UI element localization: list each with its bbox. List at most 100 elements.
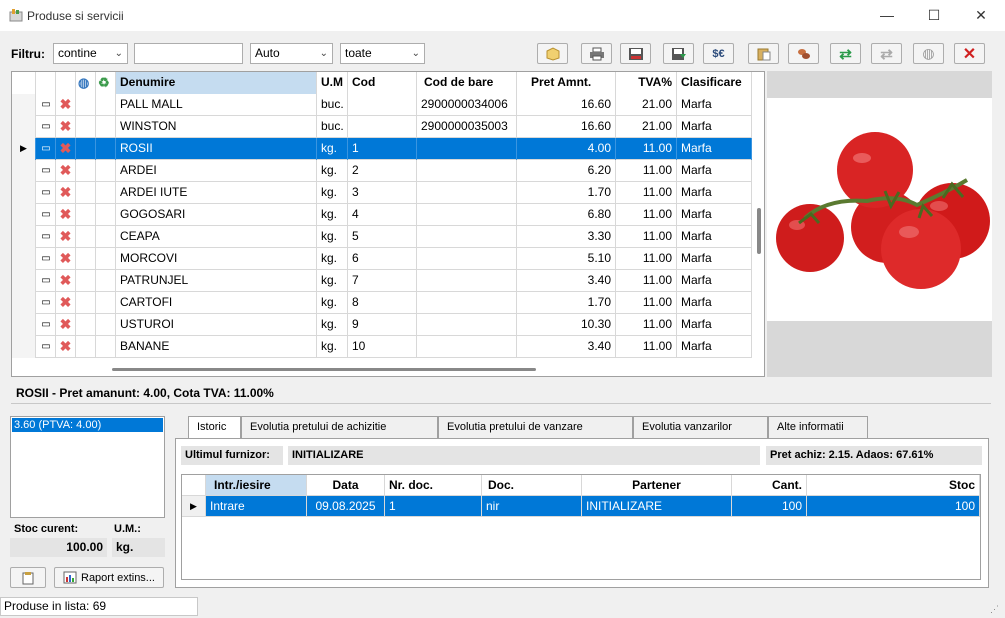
price-list-item[interactable]: 3.60 (PTVA: 4.00) [12, 418, 163, 432]
table-row[interactable]: ▭ ✖ PALL MALL buc. 2900000034006 16.60 21.00 Ma… [12, 94, 752, 116]
tab-evolutia-vanzarilor[interactable]: Evolutia vanzarilor [633, 416, 768, 438]
delete-row-icon[interactable]: ✖ [56, 292, 76, 314]
edit-row-icon[interactable]: ▭ [36, 182, 56, 204]
export-button[interactable] [620, 43, 651, 64]
history-row[interactable]: ▶ Intrare 09.08.2025 1 nir INITIALIZARE … [182, 496, 980, 517]
table-row[interactable]: ▭ ✖ CARTOFI kg. 8 1.70 11.00 Marfa [12, 292, 752, 314]
tab-evolutia-pretului-achizitie[interactable]: Evolutia pretului de achizitie [241, 416, 438, 438]
col-partener[interactable]: Partener [582, 475, 732, 496]
table-row[interactable]: ▭ ✖ ARDEI IUTE kg. 3 1.70 11.00 Marfa [12, 182, 752, 204]
clipboard-button[interactable] [10, 567, 46, 588]
table-row[interactable]: ▭ ✖ MORCOVI kg. 6 5.10 11.00 Marfa [12, 248, 752, 270]
col-price[interactable]: Pret Amnt. [517, 72, 616, 94]
print-icon [589, 47, 604, 60]
table-row[interactable]: ▶ ▭ ✖ ROSII kg. 1 4.00 11.00 Marfa [12, 138, 752, 160]
close-button[interactable]: ✕ [958, 0, 1004, 31]
web-button[interactable]: ◍ [913, 43, 944, 64]
refresh-button[interactable]: ⇄ [830, 43, 861, 64]
table-row[interactable]: ▭ ✖ BANANE kg. 10 3.40 11.00 Marfa [12, 336, 752, 358]
table-row[interactable]: ▭ ✖ PATRUNJEL kg. 7 3.40 11.00 Marfa [12, 270, 752, 292]
cell-name: BANANE [116, 336, 317, 358]
delete-row-icon[interactable]: ✖ [56, 314, 76, 336]
import-button[interactable] [663, 43, 694, 64]
row-indicator [12, 314, 36, 336]
col-stoc[interactable]: Stoc [807, 475, 980, 496]
edit-row-icon[interactable]: ▭ [36, 204, 56, 226]
filter-text-input[interactable] [134, 43, 243, 64]
delete-row-icon[interactable]: ✖ [56, 94, 76, 116]
delete-row-icon[interactable]: ✖ [56, 138, 76, 160]
col-barcode[interactable]: Cod de bare [417, 72, 517, 94]
col-nr-doc[interactable]: Nr. doc. [385, 475, 482, 496]
cell-name: CARTOFI [116, 292, 317, 314]
edit-row-icon[interactable]: ▭ [36, 226, 56, 248]
edit-row-icon[interactable]: ▭ [36, 138, 56, 160]
filter-mode-select[interactable]: contine ⌄ [53, 43, 128, 64]
cell-price: 3.30 [517, 226, 616, 248]
tab-istoric[interactable]: Istoric [188, 416, 241, 439]
col-code[interactable]: Cod [348, 72, 417, 94]
history-grid[interactable]: Intr./iesire Data Nr. doc. Doc. Partener… [181, 474, 981, 580]
edit-row-icon[interactable]: ▭ [36, 160, 56, 182]
edit-row-icon[interactable]: ▭ [36, 314, 56, 336]
move-button[interactable] [788, 43, 819, 64]
cell-barcode [417, 182, 517, 204]
delete-row-icon[interactable]: ✖ [56, 248, 76, 270]
horizontal-scrollbar[interactable] [112, 368, 536, 371]
delete-button[interactable]: ✕ [954, 43, 985, 64]
col-intr-iesire[interactable]: Intr./iesire [206, 475, 307, 496]
delete-row-icon[interactable]: ✖ [56, 160, 76, 182]
stock-value: 100.00 [10, 538, 107, 557]
cell-vat: 11.00 [616, 248, 677, 270]
delete-row-icon[interactable]: ✖ [56, 270, 76, 292]
col-vat[interactable]: TVA% [616, 72, 677, 94]
col-um[interactable]: U.M [317, 72, 348, 94]
recycle-icon: ♻ [96, 72, 116, 94]
web-icon: ◍ [922, 45, 935, 61]
price-list[interactable]: 3.60 (PTVA: 4.00) [10, 416, 165, 518]
edit-row-icon[interactable]: ▭ [36, 292, 56, 314]
currency-button[interactable]: $€ [703, 43, 734, 64]
delete-row-icon[interactable]: ✖ [56, 204, 76, 226]
delete-row-icon[interactable]: ✖ [56, 226, 76, 248]
products-grid[interactable]: ◍ ♻ Denumire U.M Cod Cod de bare Pret Am… [11, 71, 765, 377]
tab-evolutia-pretului-vanzare[interactable]: Evolutia pretului de vanzare [438, 416, 633, 438]
delete-row-icon[interactable]: ✖ [56, 336, 76, 358]
filter-type-select[interactable]: Auto ⌄ [250, 43, 333, 64]
extended-report-button[interactable]: Raport extins... [54, 567, 164, 588]
table-row[interactable]: ▭ ✖ WINSTON buc. 2900000035003 16.60 21.00 Marf… [12, 116, 752, 138]
clipboard-icon [22, 571, 34, 584]
currency-icon: $€ [712, 47, 725, 60]
resize-grip-icon[interactable]: ⋰ [990, 604, 999, 615]
edit-row-icon[interactable]: ▭ [36, 116, 56, 138]
paste-button[interactable] [748, 43, 779, 64]
col-data[interactable]: Data [307, 475, 385, 496]
edit-row-icon[interactable]: ▭ [36, 248, 56, 270]
tab-alte-informatii[interactable]: Alte informatii [768, 416, 868, 438]
table-row[interactable]: ▭ ✖ CEAPA kg. 5 3.30 11.00 Marfa [12, 226, 752, 248]
box-button[interactable] [537, 43, 568, 64]
edit-row-icon[interactable]: ▭ [36, 94, 56, 116]
minimize-button[interactable]: — [864, 0, 910, 31]
web-flag-cell [76, 314, 96, 336]
cell-class: Marfa [677, 314, 752, 336]
filter-scope-select[interactable]: toate ⌄ [340, 43, 425, 64]
col-doc[interactable]: Doc. [482, 475, 582, 496]
web-flag-cell [76, 138, 96, 160]
col-cant[interactable]: Cant. [732, 475, 807, 496]
edit-row-icon[interactable]: ▭ [36, 336, 56, 358]
table-row[interactable]: ▭ ✖ GOGOSARI kg. 4 6.80 11.00 Marfa [12, 204, 752, 226]
row-indicator [12, 226, 36, 248]
delete-row-icon[interactable]: ✖ [56, 182, 76, 204]
um-label: U.M.: [114, 523, 141, 535]
edit-row-icon[interactable]: ▭ [36, 270, 56, 292]
table-row[interactable]: ▭ ✖ ARDEI kg. 2 6.20 11.00 Marfa [12, 160, 752, 182]
maximize-button[interactable]: ☐ [911, 0, 957, 31]
vertical-scrollbar[interactable] [757, 208, 761, 254]
table-row[interactable]: ▭ ✖ USTUROI kg. 9 10.30 11.00 Marfa [12, 314, 752, 336]
sync-button[interactable]: ⇄ [871, 43, 902, 64]
print-button[interactable] [581, 43, 612, 64]
delete-row-icon[interactable]: ✖ [56, 116, 76, 138]
col-class[interactable]: Clasificare [677, 72, 752, 94]
col-name[interactable]: Denumire [116, 72, 317, 94]
